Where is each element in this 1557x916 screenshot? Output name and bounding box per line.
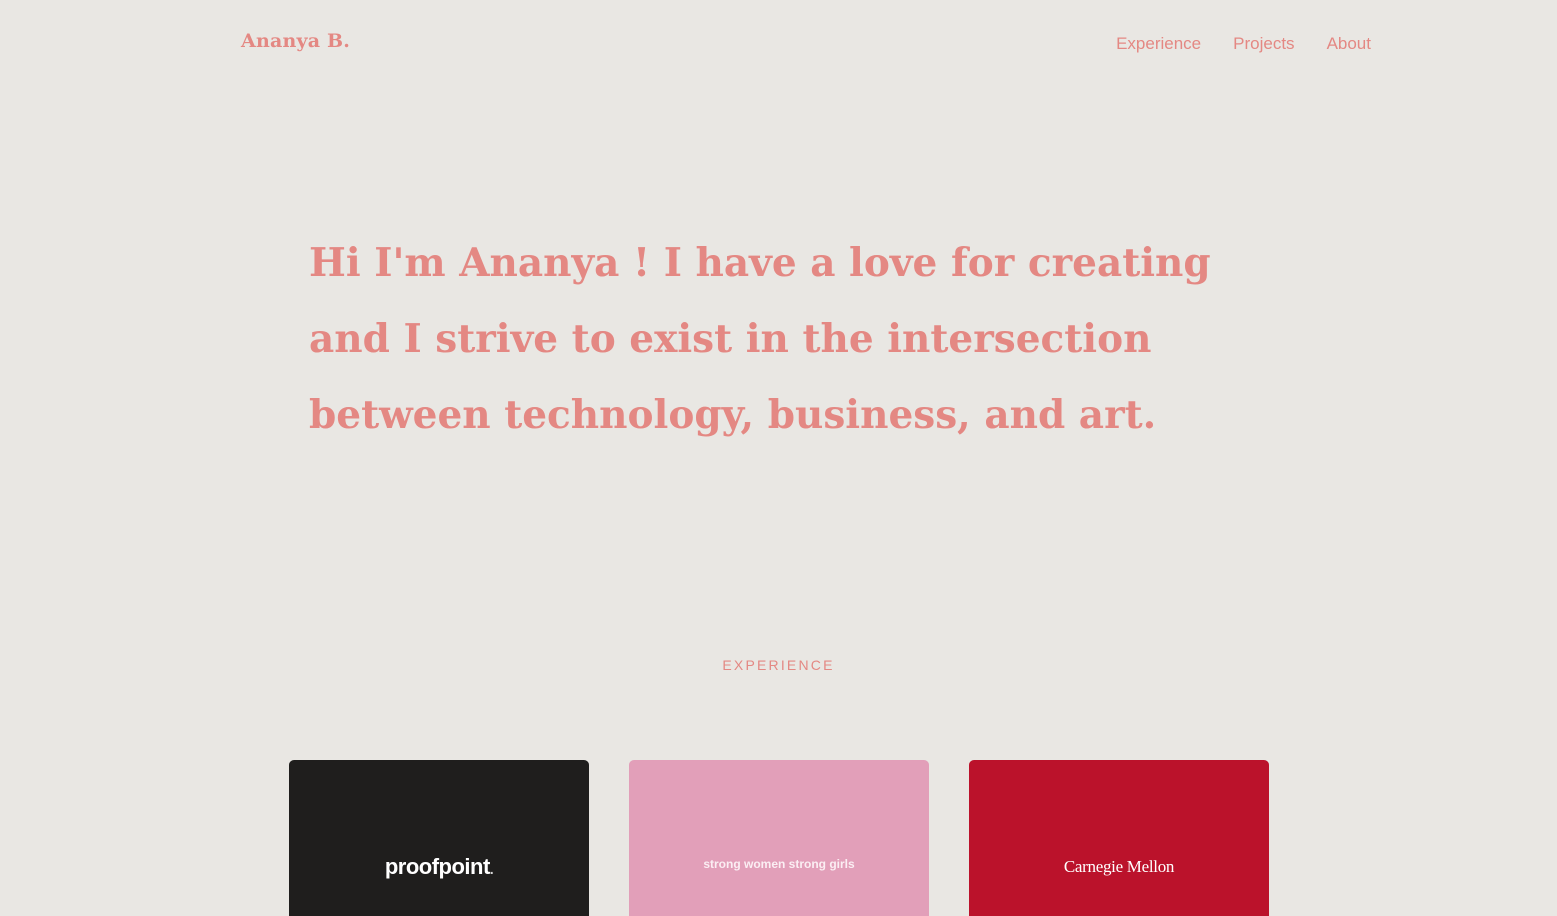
cmu-logo: Carnegie Mellon (1063, 857, 1175, 876)
swsg-logo: strong women strong girls (703, 857, 855, 871)
experience-section-label: EXPERIENCE (722, 657, 835, 673)
experience-card-swsg[interactable]: strong women strong girls (629, 760, 929, 916)
proofpoint-logo: proofpoint. (384, 854, 494, 879)
main-nav: Experience Projects About (1116, 34, 1371, 54)
hero-intro-text: Hi I'm Ananya ! I have a love for creati… (309, 240, 1211, 438)
experience-card-proofpoint[interactable]: proofpoint. (289, 760, 589, 916)
nav-link-about[interactable]: About (1327, 34, 1371, 54)
experience-card-cmu[interactable]: Carnegie Mellon (969, 760, 1269, 916)
nav-link-experience[interactable]: Experience (1116, 34, 1201, 54)
experience-cards: proofpoint. strong women strong girls Ca… (289, 760, 1269, 916)
site-logo[interactable]: Ananya B. (241, 30, 350, 52)
nav-link-projects[interactable]: Projects (1233, 34, 1294, 54)
